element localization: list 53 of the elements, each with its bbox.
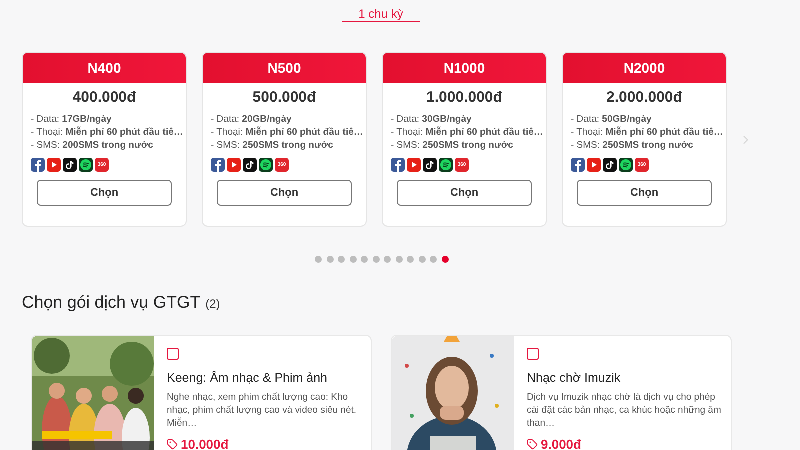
facebook-icon [211, 158, 225, 172]
package-price: 1.000.000đ [426, 89, 504, 107]
package-price: 2.000.000đ [606, 89, 684, 107]
feature-text: - Thoại: Miễn phí 60 phút đầu tiê… [391, 126, 544, 139]
feature-text: - SMS: 250SMS trong nước [211, 139, 334, 152]
feature-text: - Thoại: Miễn phí 60 phút đầu tiê… [31, 126, 184, 139]
service-description: Dịch vụ Imuzik nhạc chờ là dịch vụ cho phép cài đặt các bản nhạc, ca khúc hoặc những âm than… [527, 390, 722, 430]
facebook-icon [31, 158, 45, 172]
service-checkbox[interactable] [167, 348, 179, 360]
spotify-icon [79, 158, 93, 172]
package-name: N1000 [383, 53, 546, 83]
tiktok-icon [63, 158, 77, 172]
youtube-icon [587, 158, 601, 172]
choose-button[interactable]: Chọn [217, 180, 352, 206]
package-name: N500 [203, 53, 366, 83]
feature-text: - SMS: 250SMS trong nước [571, 139, 694, 152]
youtube-icon [47, 158, 61, 172]
package-price: 400.000đ [72, 89, 138, 107]
period-tab[interactable]: 1 chu kỳ [342, 6, 420, 22]
choose-button[interactable]: Chọn [397, 180, 532, 206]
service-description: Nghe nhạc, xem phim chất lượng cao: Kho nhạc, phim chất lượng cao và video siêu nét. Miễn… [167, 390, 358, 430]
facebook-icon [571, 158, 585, 172]
section-title: Chọn gói dịch vụ GTGT [22, 292, 201, 314]
feature-text: - Thoại: Miễn phí 60 phút đầu tiê… [211, 126, 364, 139]
choose-button[interactable]: Chọn [577, 180, 712, 206]
feature-text: - SMS: 250SMS trong nước [391, 139, 514, 152]
price-tag-icon [167, 438, 178, 450]
service-price: 9.000đ [541, 436, 582, 450]
service-title: Keeng: Âm nhạc & Phim ảnh [167, 370, 329, 386]
tiktok-icon [423, 158, 437, 172]
section-count: (2) [206, 296, 220, 313]
service-checkbox[interactable] [527, 348, 539, 360]
service-price: 10.000đ [181, 436, 229, 450]
spotify-icon [259, 158, 273, 172]
package-name: N2000 [563, 53, 726, 83]
service-title: Nhạc chờ Imuzik [527, 370, 622, 386]
feature-text: - Thoại: Miễn phí 60 phút đầu tiê… [571, 126, 724, 139]
tiktok-icon [603, 158, 617, 172]
feature-text: - Data: 17GB/ngày [31, 113, 113, 126]
tiktok-icon [243, 158, 257, 172]
choose-button[interactable]: Chọn [37, 180, 172, 206]
spotify-icon [619, 158, 633, 172]
feature-text: - Data: 30GB/ngày [391, 113, 473, 126]
feature-text: - Data: 50GB/ngày [571, 113, 653, 126]
package-name: N400 [23, 53, 186, 83]
spotify-icon [439, 158, 453, 172]
facebook-icon [391, 158, 405, 172]
package-price: 500.000đ [252, 89, 318, 107]
price-tag-icon [527, 438, 538, 450]
feature-text: - SMS: 200SMS trong nước [31, 139, 154, 152]
youtube-icon [407, 158, 421, 172]
youtube-icon [227, 158, 241, 172]
feature-text: - Data: 20GB/ngày [211, 113, 293, 126]
